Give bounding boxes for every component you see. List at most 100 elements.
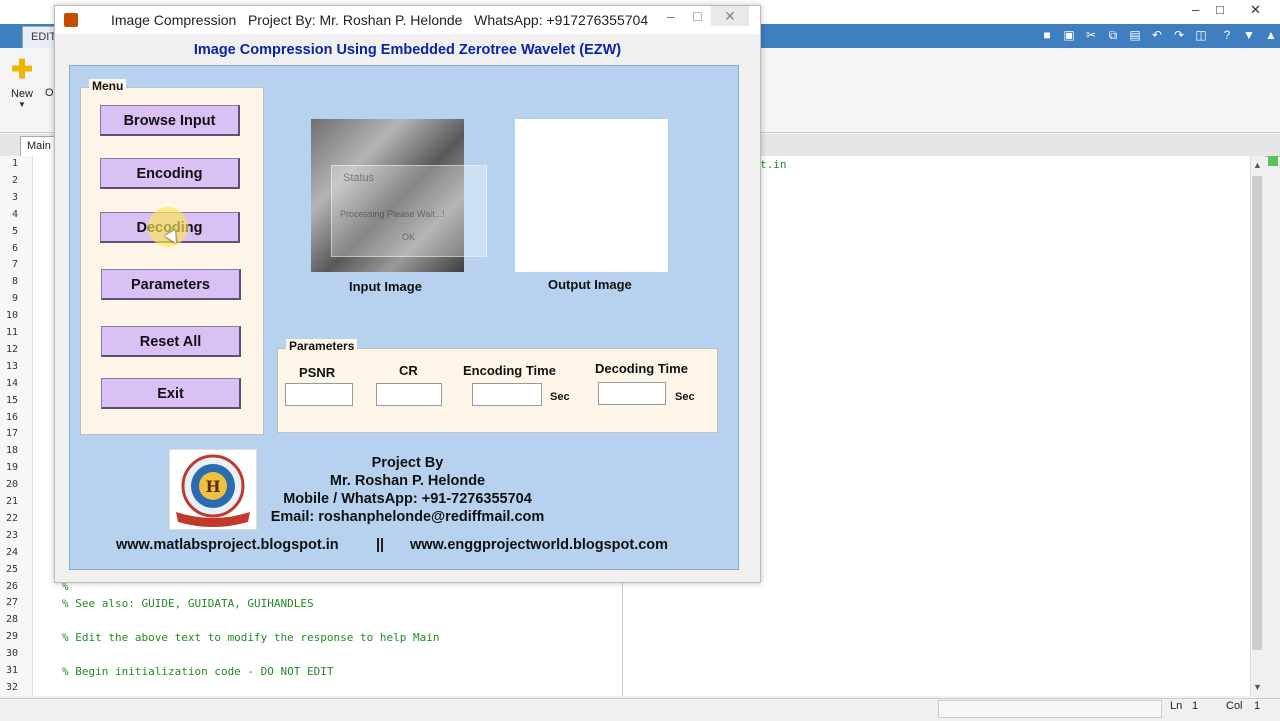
plus-icon: ✚: [11, 54, 33, 84]
credit-name: Mr. Roshan P. Helonde: [329, 473, 486, 489]
line-number: 6: [11, 242, 18, 254]
cr-label: CR: [399, 363, 418, 378]
gui-close-icon[interactable]: ✕: [711, 6, 749, 26]
help-icon[interactable]: ?: [1220, 28, 1234, 42]
redo-icon[interactable]: ↷: [1172, 28, 1186, 42]
url-enggprojectworld: www.enggprojectworld.blogspot.com: [410, 537, 669, 553]
paste-icon[interactable]: ▤: [1128, 28, 1142, 42]
line-number: 23: [5, 529, 18, 541]
line-number: 20: [5, 479, 18, 491]
cr-field[interactable]: [376, 383, 442, 406]
scroll-down-icon[interactable]: ▼: [1253, 682, 1262, 692]
line-number: 30: [5, 648, 18, 660]
psnr-label: PSNR: [299, 365, 336, 380]
line-number: 26: [5, 580, 18, 592]
toolstrip-clipped-label: O: [45, 87, 54, 99]
line-number: 3: [11, 191, 18, 203]
parameters-panel-title: Parameters: [286, 339, 358, 353]
line-number: 2: [11, 174, 18, 186]
collapse-icon[interactable]: ▲: [1264, 28, 1278, 42]
matlab-minimize-icon[interactable]: –: [1192, 2, 1199, 17]
line-number: 14: [5, 377, 18, 389]
line-number: 24: [5, 546, 18, 558]
status-col-label: Col: [1226, 700, 1243, 712]
line-number: 27: [5, 597, 18, 609]
input-image-label: Input Image: [349, 279, 422, 294]
line-number: 32: [5, 681, 18, 693]
status-col-value: 1: [1254, 700, 1261, 712]
line-number: 8: [11, 276, 18, 288]
line-number: 25: [5, 563, 18, 575]
browse-input-button[interactable]: Browse Input: [100, 105, 240, 136]
switch-windows-icon[interactable]: ◫: [1194, 28, 1208, 42]
dropdown-icon[interactable]: ▼: [1242, 28, 1256, 42]
encoding-time-label: Encoding Time: [463, 363, 556, 378]
parameters-button[interactable]: Parameters: [101, 269, 241, 300]
exit-button[interactable]: Exit: [101, 378, 241, 409]
chevron-down-icon: ▼: [18, 100, 26, 109]
code-line-31: % Begin initialization code - DO NOT EDI…: [62, 665, 334, 678]
scrollbar-thumb[interactable]: [1252, 176, 1262, 650]
line-number: 16: [5, 411, 18, 423]
code-line-29: % Edit the above text to modify the resp…: [62, 631, 440, 644]
encoding-unit: Sec: [550, 391, 570, 403]
gui-heading: Image Compression Using Embedded Zerotre…: [193, 42, 622, 58]
line-number: 7: [11, 259, 18, 271]
status-dialog-ok: OK: [402, 232, 416, 242]
code-analyzer-icon[interactable]: [1268, 156, 1278, 166]
line-number: 31: [5, 665, 18, 676]
status-dialog-title: Status: [343, 172, 375, 184]
line-number: 10: [5, 310, 18, 322]
line-number: 18: [5, 445, 18, 457]
line-number: 15: [5, 394, 18, 406]
credit-mobile: Mobile / WhatsApp: +91-7276355704: [283, 491, 532, 507]
line-number: 28: [5, 614, 18, 626]
psnr-field[interactable]: [285, 383, 353, 406]
credit-project-by: Project By: [371, 455, 444, 471]
gui-minimize-icon[interactable]: –: [667, 8, 675, 24]
line-number: 9: [11, 293, 18, 305]
matlab-close-icon[interactable]: ✕: [1250, 2, 1261, 18]
line-number: 11: [5, 327, 18, 338]
gui-maximize-icon[interactable]: □: [693, 8, 701, 24]
decoding-unit: Sec: [675, 391, 695, 403]
line-number: 1: [11, 158, 18, 169]
status-ln-label: Ln: [1170, 700, 1183, 712]
line-number: 22: [5, 512, 18, 524]
new-button[interactable]: ✚ New ▼: [8, 54, 36, 109]
scroll-up-icon[interactable]: ▲: [1253, 160, 1262, 170]
copy-icon[interactable]: ⧉: [1106, 28, 1120, 42]
status-ln-value: 1: [1192, 700, 1199, 712]
url-matlabsproject: www.matlabsproject.blogspot.in: [116, 537, 339, 553]
code-line-27: % See also: GUIDE, GUIDATA, GUIHANDLES: [62, 597, 314, 610]
matlab-maximize-icon[interactable]: □: [1216, 2, 1224, 17]
line-number: 4: [11, 208, 18, 220]
gui-window-title: Image Compression Project By: Mr. Roshan…: [111, 12, 649, 28]
menu-title: Menu: [89, 79, 127, 93]
decoding-time-field[interactable]: [598, 382, 666, 405]
quick-access-icon[interactable]: ■: [1040, 28, 1054, 42]
undo-icon[interactable]: ↶: [1150, 28, 1164, 42]
cut-icon[interactable]: ✂: [1084, 28, 1098, 42]
save-icon[interactable]: ▣: [1062, 28, 1076, 42]
line-number: 13: [5, 360, 18, 372]
line-number: 21: [5, 496, 18, 507]
reset-all-button[interactable]: Reset All: [101, 326, 241, 357]
encoding-button[interactable]: Encoding: [100, 158, 240, 189]
credit-email: Email: roshanphelonde@rediffmail.com: [270, 509, 545, 525]
line-number: 29: [5, 631, 18, 643]
gui-titlebar: Image Compression Project By: Mr. Roshan…: [55, 6, 760, 34]
status-dialog-text: Processing Please Wait...!: [340, 209, 445, 219]
url-separator: ||: [376, 537, 385, 553]
new-label: New: [10, 88, 33, 100]
output-image: [515, 119, 668, 272]
editor-divider: [622, 580, 623, 696]
line-number: 17: [5, 428, 18, 440]
encoding-time-field[interactable]: [472, 383, 542, 406]
decoding-time-label: Decoding Time: [595, 361, 688, 376]
line-number: 19: [5, 462, 18, 474]
line-number: 5: [11, 225, 18, 237]
gui-window: Image Compression Project By: Mr. Roshan…: [54, 5, 761, 583]
matlab-logo-icon: [64, 13, 78, 27]
output-image-label: Output Image: [548, 277, 632, 292]
